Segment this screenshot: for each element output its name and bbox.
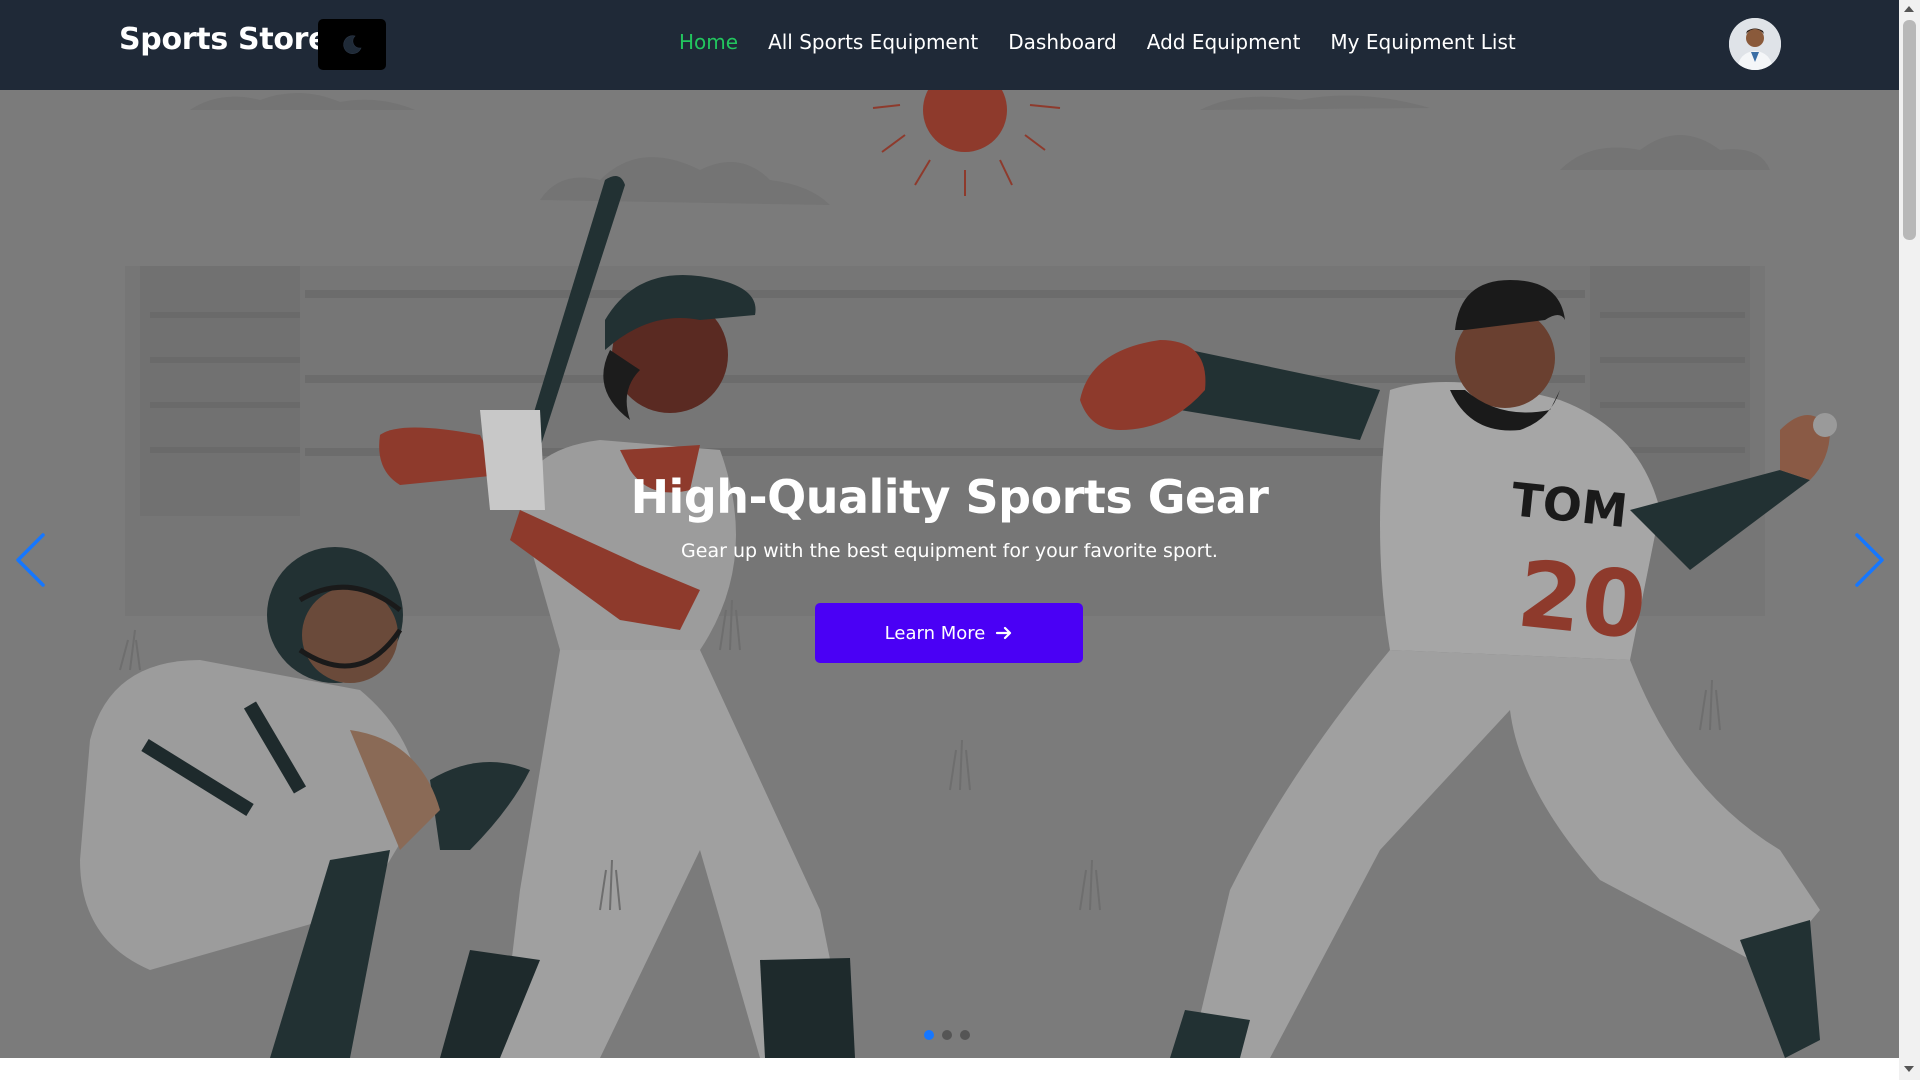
hero-overlay [0,90,1899,1058]
scroll-up-arrow[interactable] [1904,6,1914,12]
hero-title: High-Quality Sports Gear [630,470,1269,524]
user-avatar-icon [1729,18,1781,70]
nav-link-home[interactable]: Home [679,30,738,54]
nav-link-dashboard[interactable]: Dashboard [1008,30,1117,54]
chevron-right-icon [1855,533,1884,587]
nav-link-add-equipment[interactable]: Add Equipment [1147,30,1301,54]
nav-link-my-equipment-list[interactable]: My Equipment List [1330,30,1515,54]
carousel-prev-button[interactable] [10,530,50,590]
user-avatar[interactable] [1729,18,1781,70]
theme-toggle-button[interactable] [318,19,386,70]
main-nav: Home All Sports Equipment Dashboard Add … [679,30,1516,54]
nav-link-all-sports-equipment[interactable]: All Sports Equipment [768,30,978,54]
brand-logo[interactable]: Sports Store [119,22,329,57]
carousel-next-button[interactable] [1850,530,1890,590]
carousel-indicators [924,1030,970,1040]
chevron-left-icon [16,533,45,587]
scroll-down-arrow[interactable] [1904,1066,1914,1072]
learn-more-button[interactable]: Learn More [815,603,1083,663]
navbar: Sports Store Home All Sports Equipment D… [0,0,1899,90]
arrow-right-icon [996,626,1012,640]
scroll-thumb[interactable] [1903,20,1916,240]
moon-icon [343,34,362,54]
page-scrollbar[interactable] [1899,0,1920,1080]
carousel-dot-3[interactable] [960,1030,970,1040]
carousel-dot-1[interactable] [924,1030,934,1040]
carousel-dot-2[interactable] [942,1030,952,1040]
hero-carousel: TOM 20 High-Quality Sports Gear Gear up … [0,90,1899,1058]
hero-subtitle: Gear up with the best equipment for your… [681,540,1218,562]
hero-caption: High-Quality Sports Gear Gear up with th… [0,470,1899,562]
learn-more-label: Learn More [884,622,986,644]
